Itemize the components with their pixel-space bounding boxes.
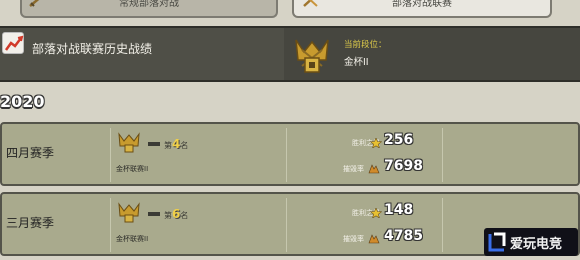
season-name: 三月赛季 <box>6 216 55 230</box>
star-icon <box>370 138 382 148</box>
history-chart-icon <box>2 32 24 54</box>
season-row[interactable]: 四月赛季 第4名 金杯联赛II 胜利之星 256 摧毁率 7698 <box>0 122 580 186</box>
destruction-label: 摧毁率 <box>343 235 364 243</box>
current-rank-label: 当前段位： <box>344 40 387 50</box>
tab-war-league[interactable]: 部落对战联赛 <box>292 0 552 18</box>
destruction-icon <box>368 234 380 244</box>
watermark-text: 爱玩电竞 <box>510 237 563 252</box>
watermark-mark-icon <box>488 232 506 252</box>
destruction-label: 摧毁率 <box>343 165 364 173</box>
year-heading: 2020 <box>0 92 45 111</box>
divider <box>110 128 111 182</box>
rank-placement: 第4名 <box>164 137 188 151</box>
star-icon <box>370 208 382 218</box>
divider <box>286 128 287 182</box>
tab-regular-war-label: 常规部落对战 <box>119 0 179 9</box>
stars-value: 256 <box>384 132 414 148</box>
gold-league-trophy-icon <box>295 39 329 73</box>
sword-icon <box>29 0 40 7</box>
watermark-logo: 爱玩电竞 <box>484 228 578 256</box>
divider <box>442 198 443 252</box>
league-badge-icon <box>118 202 140 223</box>
tab-war-league-label: 部落对战联赛 <box>392 0 452 9</box>
rank-placement: 第6名 <box>164 207 188 221</box>
rank-dash <box>148 212 160 216</box>
divider <box>442 128 443 182</box>
rank-prefix: 第 <box>164 211 172 220</box>
rank-dash <box>148 142 160 146</box>
destruction-value: 7698 <box>384 158 423 174</box>
divider <box>110 198 111 252</box>
divider <box>286 198 287 252</box>
rank-suffix: 名 <box>180 141 189 150</box>
crossed-swords-icon <box>303 0 318 7</box>
rank-suffix: 名 <box>180 211 189 220</box>
destruction-icon <box>368 164 380 174</box>
season-league: 金杯联赛II <box>116 165 149 173</box>
history-header-left: 部落对战联赛历史战绩 <box>0 28 284 80</box>
destruction-value: 4785 <box>384 228 423 244</box>
league-badge-icon <box>118 132 140 153</box>
stars-value: 148 <box>384 202 414 218</box>
rank-prefix: 第 <box>164 141 172 150</box>
season-league: 金杯联赛II <box>116 235 149 243</box>
history-title: 部落对战联赛历史战绩 <box>32 42 153 56</box>
history-header: 部落对战联赛历史战绩 当前段位： 金杯II <box>0 26 580 82</box>
tab-regular-war[interactable]: 常规部落对战 <box>20 0 278 18</box>
season-name: 四月赛季 <box>6 146 55 160</box>
current-league: 金杯II <box>344 57 369 68</box>
